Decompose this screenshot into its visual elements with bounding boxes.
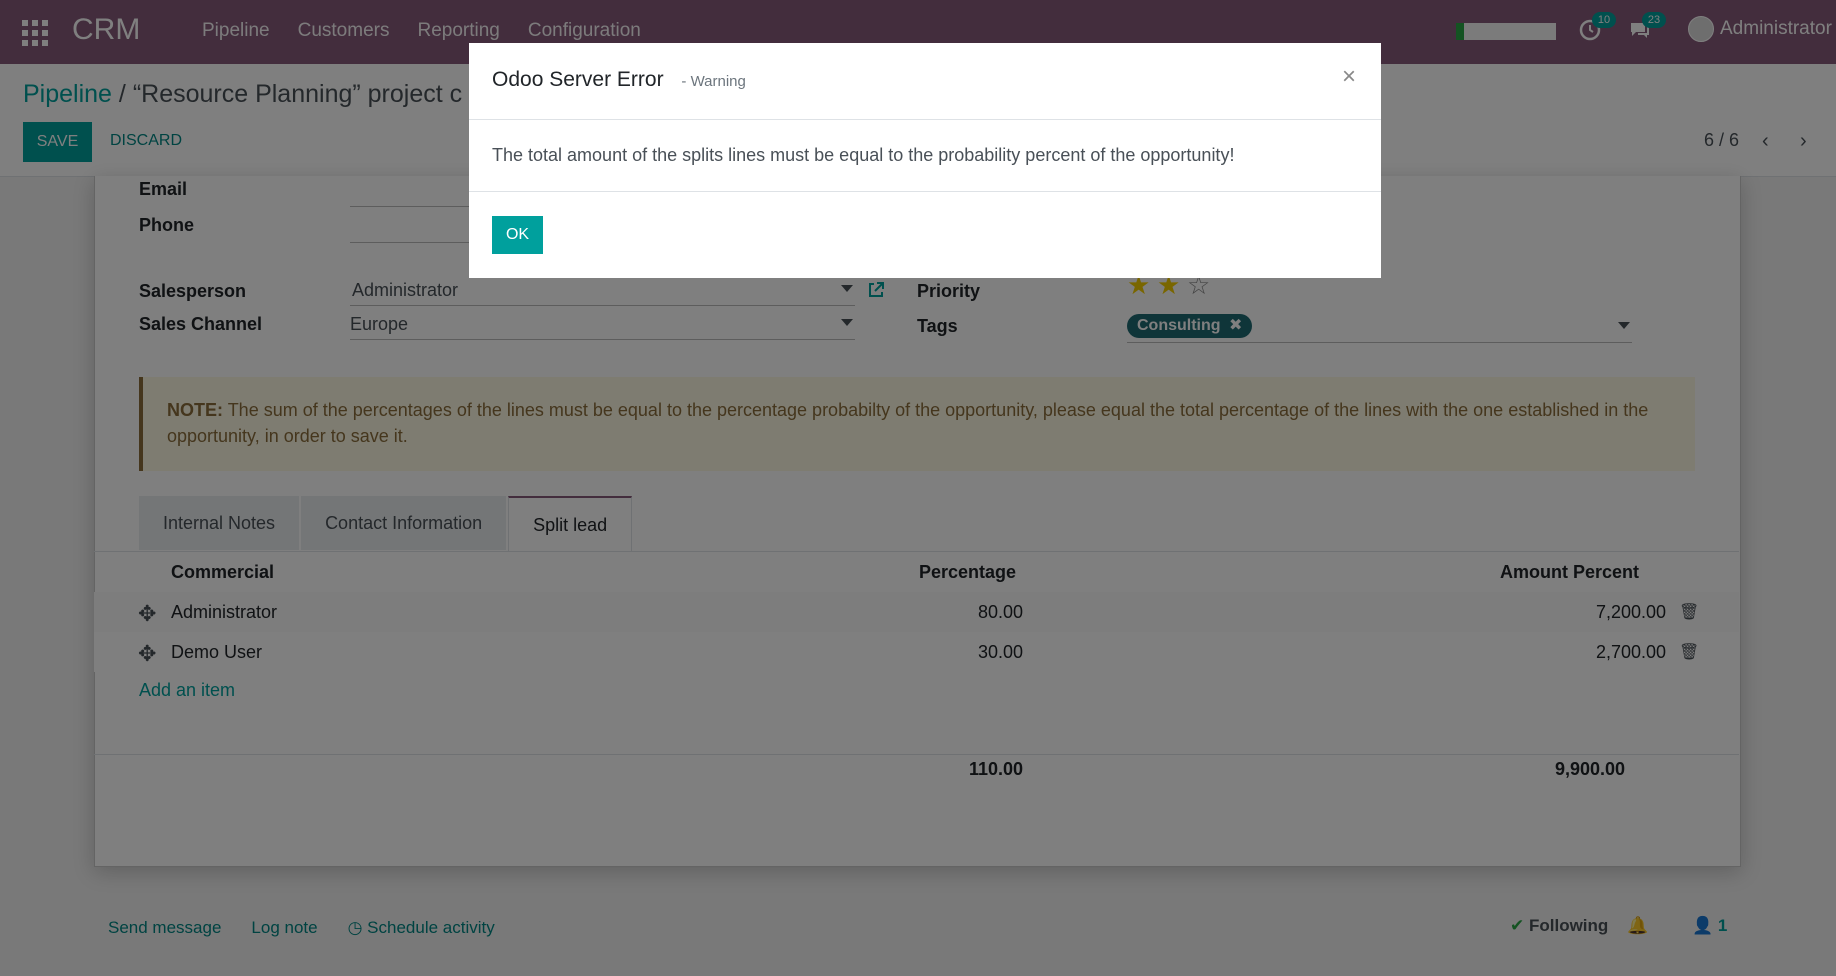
dialog-footer-divider — [469, 191, 1381, 192]
dialog-title-text: Odoo Server Error — [492, 68, 664, 91]
dialog-title: Odoo Server Error - Warning — [492, 68, 746, 92]
close-icon[interactable]: × — [1342, 63, 1356, 91]
error-dialog: Odoo Server Error - Warning × The total … — [469, 43, 1381, 278]
dialog-subtitle: - Warning — [681, 73, 746, 90]
dialog-header: Odoo Server Error - Warning × — [469, 43, 1381, 120]
dialog-message: The total amount of the splits lines mus… — [492, 145, 1235, 165]
ok-button[interactable]: OK — [492, 216, 543, 254]
